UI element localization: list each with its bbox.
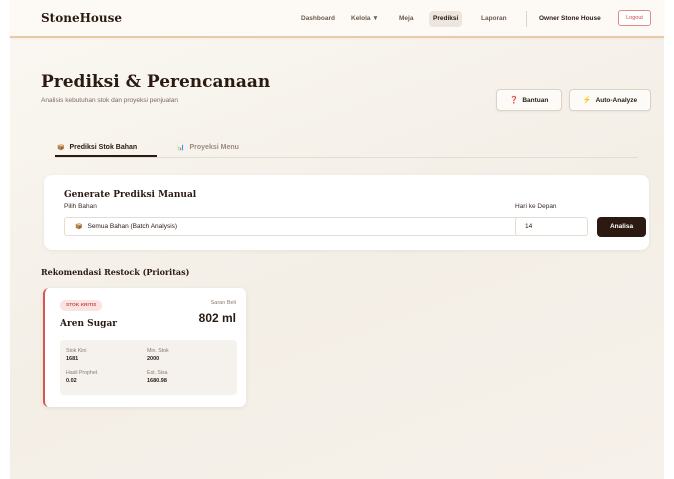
saran-beli-value: 802 ml: [198, 311, 236, 325]
nav-meja[interactable]: Meja: [395, 11, 417, 27]
stats-panel: Stok Kini 1681 Min. Stok 2000 Hasil Prop…: [60, 340, 237, 395]
logout-button[interactable]: Logout: [618, 10, 651, 26]
est-sisa-label: Est. Sisa: [147, 370, 168, 376]
help-button[interactable]: ❓ Bantuan: [496, 89, 562, 111]
nav-dashboard[interactable]: Dashboard: [297, 11, 339, 27]
package-icon: 📦: [75, 224, 83, 230]
est-sisa-value: 1680.98: [147, 378, 167, 384]
tab-label: Proyeksi Menu: [189, 143, 239, 151]
tabs-divider: [55, 157, 638, 158]
help-button-label: Bantuan: [522, 96, 549, 104]
analisa-button[interactable]: Analisa: [597, 217, 646, 237]
nav-divider: [526, 11, 527, 27]
min-stok-label: Min. Stok: [147, 348, 169, 354]
bahan-select[interactable]: 📦 Semua Bahan (Batch Analysis) ⌄: [64, 217, 546, 236]
card-title: Generate Prediksi Manual: [64, 190, 197, 200]
question-icon: ❓: [509, 97, 519, 104]
nav-laporan[interactable]: Laporan: [477, 11, 511, 27]
auto-analyze-button[interactable]: ⚡ Auto-Analyze: [569, 89, 651, 111]
tab-prediksi-stok[interactable]: 📦 Prediksi Stok Bahan: [57, 138, 137, 156]
hasil-prophet-label: Hasil Prophet: [66, 370, 98, 376]
package-icon: 📦: [57, 144, 65, 151]
app-frame: StoneHouse Dashboard Kelola ▼ Meja Predi…: [10, 0, 664, 479]
hasil-prophet-value: 0.02: [66, 378, 77, 384]
page-subtitle: Analisis kebutuhan stok dan proyeksi pen…: [41, 97, 178, 104]
nav-prediksi[interactable]: Prediksi: [429, 11, 463, 27]
owner-name: Owner Stone House: [539, 15, 601, 22]
chart-icon: 📊: [177, 144, 185, 151]
stok-kini-value: 1681: [66, 356, 79, 362]
restock-section-title: Rekomendasi Restock (Prioritas): [41, 267, 190, 277]
item-name: Aren Sugar: [60, 319, 118, 329]
manual-prediction-card: Generate Prediksi Manual Pilih Bahan 📦 S…: [44, 175, 649, 250]
lightning-icon: ⚡: [582, 97, 592, 104]
tab-label: Prediksi Stok Bahan: [69, 143, 138, 151]
bahan-select-value: Semua Bahan (Batch Analysis): [87, 223, 178, 230]
min-stok-value: 2000: [147, 356, 160, 362]
status-badge: STOK KRITIS: [60, 300, 103, 311]
top-navbar: StoneHouse Dashboard Kelola ▼ Meja Predi…: [10, 0, 664, 38]
active-tab-indicator: [55, 155, 157, 157]
brand-logo[interactable]: StoneHouse: [41, 11, 122, 25]
tab-proyeksi-menu[interactable]: 📊 Proyeksi Menu: [177, 138, 239, 156]
bahan-label: Pilih Bahan: [64, 203, 97, 210]
auto-analyze-label: Auto-Analyze: [595, 96, 638, 104]
saran-beli-label: Saran Beli: [210, 300, 236, 306]
days-label: Hari ke Depan: [515, 203, 557, 210]
restock-card: STOK KRITIS Saran Beli 802 ml Aren Sugar…: [43, 288, 246, 407]
nav-kelola-dropdown[interactable]: Kelola ▼: [347, 11, 383, 27]
page-title: Prediksi & Perencanaan: [41, 72, 271, 92]
days-input[interactable]: 14: [515, 217, 588, 236]
stok-kini-label: Stok Kini: [66, 348, 87, 354]
